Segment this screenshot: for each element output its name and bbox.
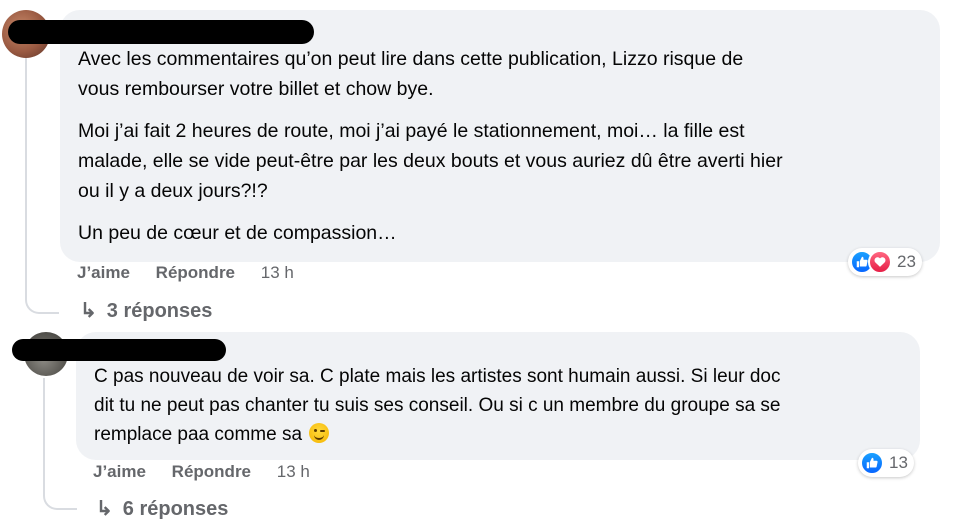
- redacted-commenter-name: [8, 20, 314, 44]
- reply-arrow-icon: ↳: [80, 300, 97, 322]
- comment-timestamp[interactable]: 13 h: [277, 462, 310, 481]
- comment-text: C pas nouveau de voir sa. C plate mais l…: [94, 366, 781, 445]
- reply-button[interactable]: Répondre: [172, 462, 251, 481]
- reaction-count: 23: [897, 252, 916, 271]
- reply-thread-line: [43, 378, 77, 510]
- like-icon: [860, 451, 884, 475]
- replies-count-label: 6 réponses: [122, 498, 229, 520]
- like-button[interactable]: J’aime: [93, 462, 146, 481]
- comment-text-paragraph: C pas nouveau de voir sa. C plate mais l…: [94, 362, 781, 449]
- comment-actions: J’aime Répondre 13 h: [77, 263, 315, 283]
- reaction-summary[interactable]: 13: [858, 449, 914, 477]
- replies-count-label: 3 réponses: [106, 300, 213, 322]
- comment-text-paragraph: Avec les commentaires qu’on peut lire da…: [78, 48, 744, 100]
- redacted-commenter-name: [12, 339, 226, 361]
- reaction-summary[interactable]: 23: [848, 248, 922, 276]
- reply-thread-line: [25, 58, 59, 314]
- comment-text-paragraph: Un peu de cœur et de compassion…: [78, 222, 397, 244]
- view-replies-link[interactable]: ↳ 3 réponses: [80, 298, 212, 323]
- reply-button[interactable]: Répondre: [156, 263, 235, 282]
- reaction-count: 13: [889, 453, 908, 472]
- comment-timestamp[interactable]: 13 h: [261, 263, 294, 282]
- like-button[interactable]: J’aime: [77, 263, 130, 282]
- view-replies-link[interactable]: ↳ 6 réponses: [96, 496, 228, 521]
- comment-actions: J’aime Répondre 13 h: [93, 462, 331, 482]
- love-icon: [868, 250, 892, 274]
- comment-text-paragraph: Moi j’ai fait 2 heures de route, moi j’a…: [78, 120, 783, 202]
- comment-bubble: Avec les commentaires qu’on peut lire da…: [60, 10, 940, 262]
- winking-face-emoji: [309, 423, 330, 443]
- reply-arrow-icon: ↳: [96, 498, 113, 520]
